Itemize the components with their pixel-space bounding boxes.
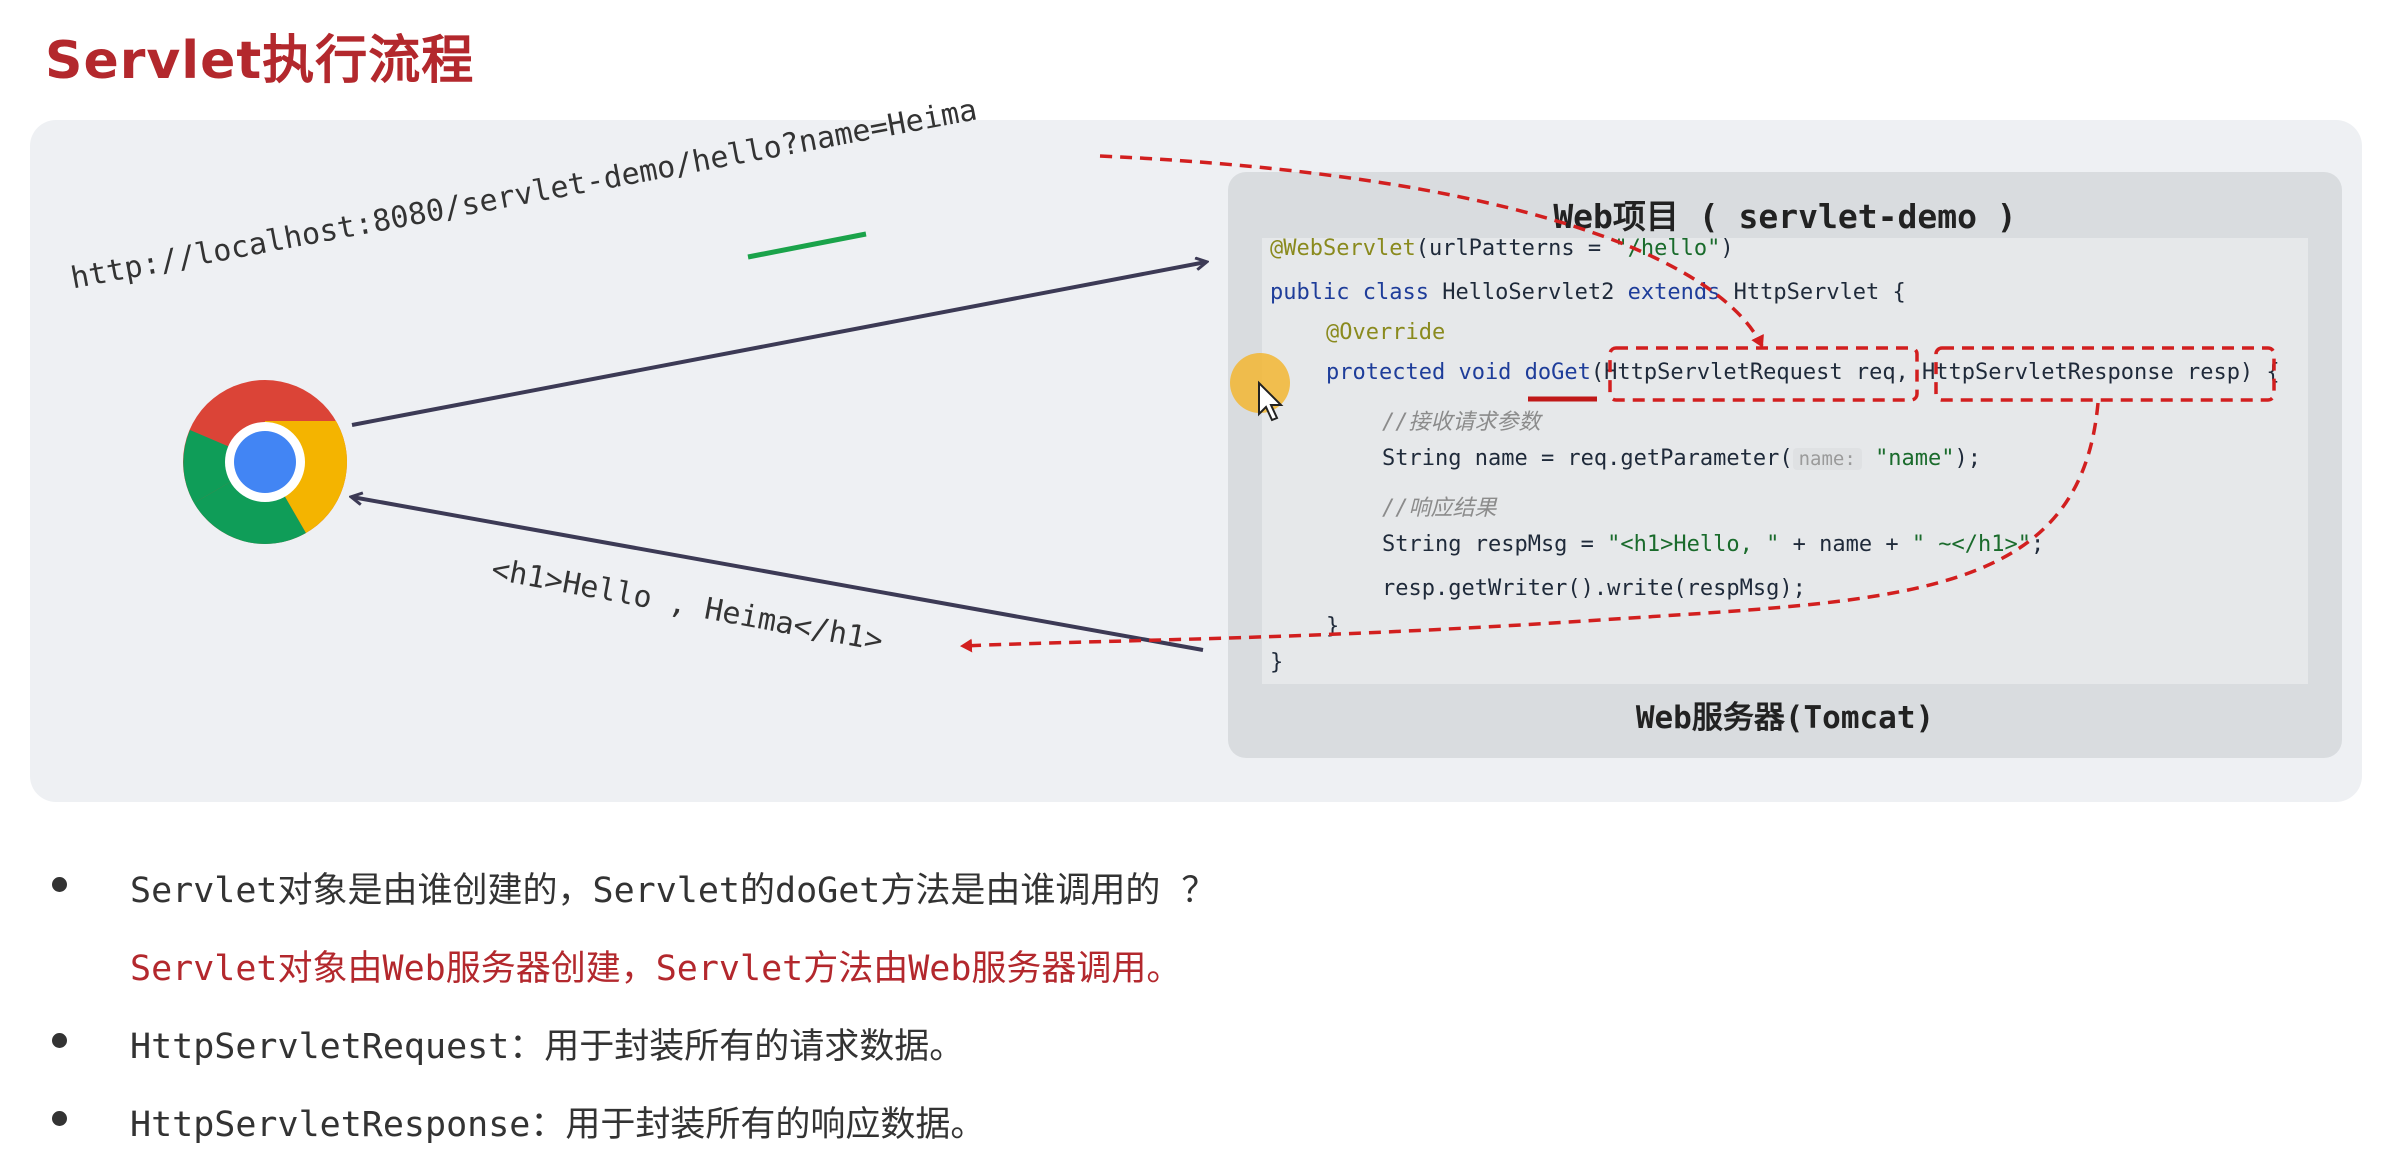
- answer-text: Servlet对象由Web服务器创建，Servlet方法由Web服务器调用。: [130, 949, 1182, 989]
- response-desc: ：用于封装所有的响应数据。: [530, 1105, 986, 1145]
- bullet-text: Servlet对象是由谁创建的，Servlet的doGet方法是由谁调用的 ？: [130, 871, 1217, 911]
- bullet-dot: [52, 1111, 67, 1126]
- response-param-highlight: [1934, 346, 2276, 402]
- request-term: HttpServletRequest: [130, 1027, 510, 1067]
- response-arrow: [352, 497, 1204, 652]
- request-flow-dashed-arrow: [1099, 154, 1764, 348]
- bullet-dot: [52, 1033, 67, 1048]
- chrome-browser-icon: [183, 380, 347, 544]
- request-arrow: [351, 262, 1206, 427]
- hello-underline: [747, 231, 867, 260]
- response-flow-dashed-arrow: [960, 402, 2100, 653]
- bullet-dot: [52, 877, 67, 892]
- response-term: HttpServletResponse: [130, 1105, 531, 1145]
- request-param-highlight: [1608, 346, 1919, 402]
- request-desc: ：用于封装所有的请求数据。: [509, 1027, 965, 1067]
